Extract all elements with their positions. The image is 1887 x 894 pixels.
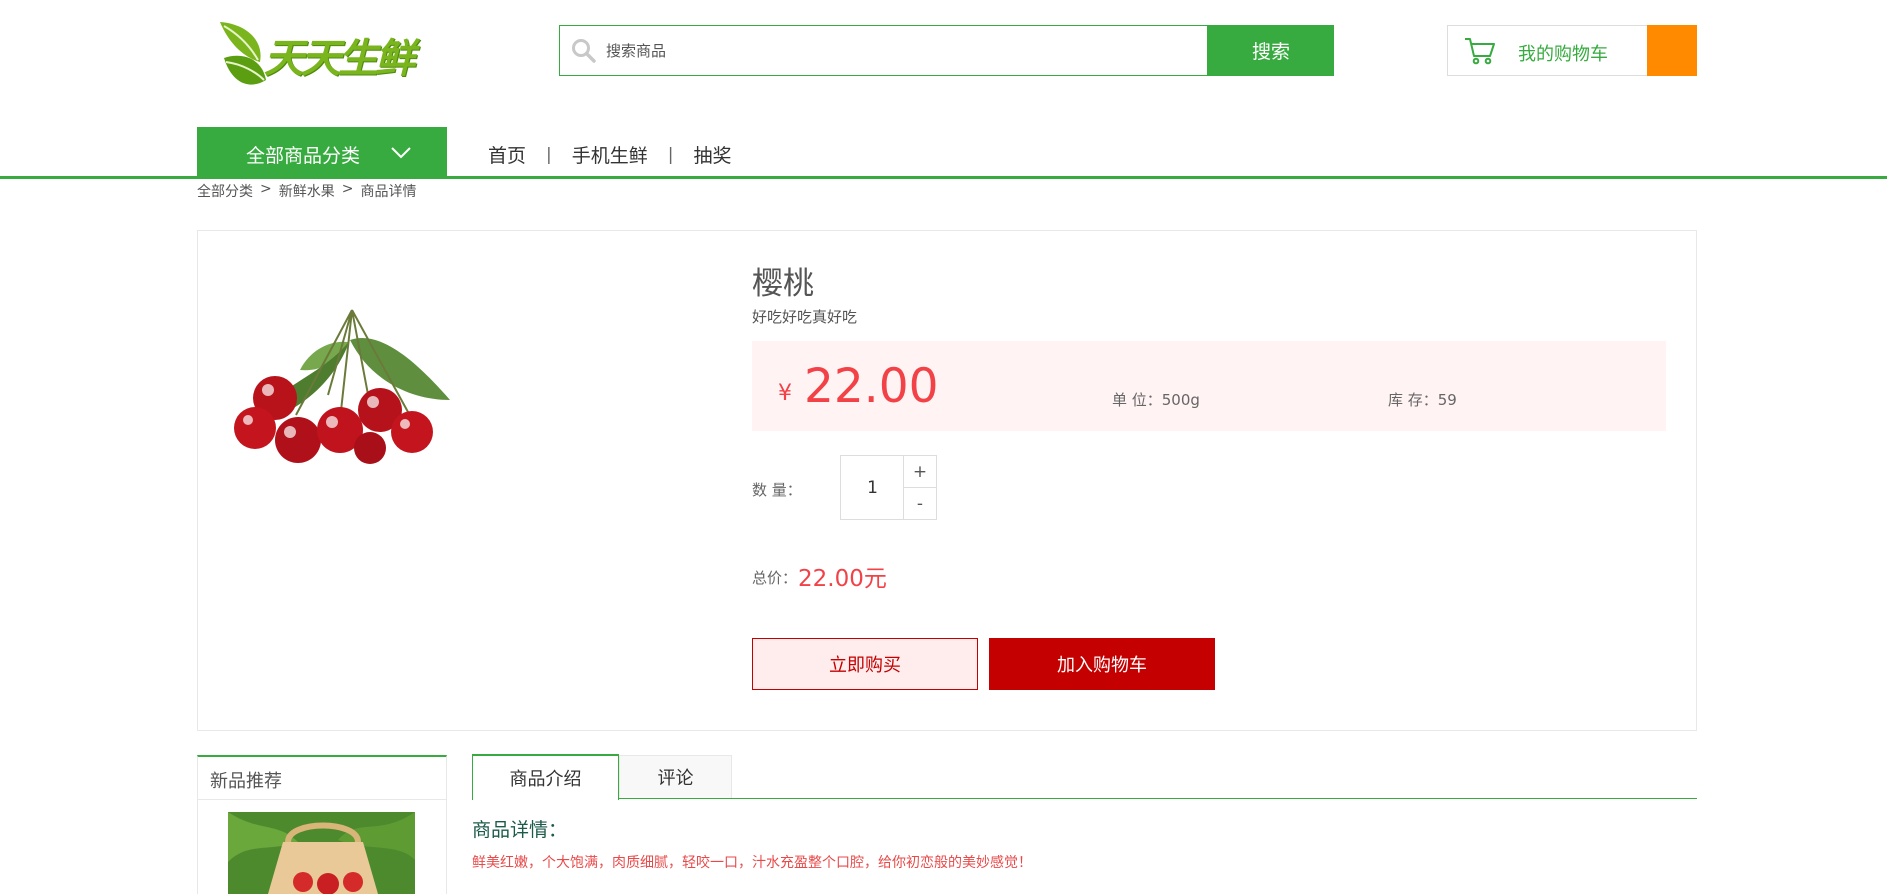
breadcrumb-fresh-fruit[interactable]: 新鲜水果 [279, 181, 335, 201]
total-price-value: 22.00元 [798, 566, 887, 592]
search-button[interactable]: 搜索 [1208, 25, 1334, 76]
search-input[interactable] [606, 26, 1201, 75]
currency-symbol: ¥ [778, 381, 792, 406]
product-stock: 库 存：59 [1388, 391, 1457, 409]
all-categories-button[interactable]: 全部商品分类 [197, 127, 447, 179]
main-nav: 首页 | 手机生鲜 | 抽奖 [488, 141, 732, 168]
tab-product-intro[interactable]: 商品介绍 [472, 754, 619, 800]
total-price-label: 总价： [752, 569, 798, 587]
product-name: 樱桃 [752, 266, 814, 302]
chevron-down-icon [391, 147, 411, 159]
cart-icon [1465, 38, 1495, 65]
add-to-cart-button[interactable]: 加入购物车 [989, 638, 1215, 690]
breadcrumb: 全部分类 > 新鲜水果 > 商品详情 [197, 181, 416, 201]
breadcrumb-all-categories[interactable]: 全部分类 [197, 181, 253, 201]
logo-text: 天天生鲜 [264, 36, 415, 82]
tab-bar-divider [472, 798, 1697, 799]
cart-label: 我的购物车 [1518, 44, 1608, 65]
cart-count-badge[interactable] [1647, 25, 1697, 76]
search-icon [572, 39, 596, 63]
nav-separator: | [546, 144, 552, 165]
product-image [234, 309, 450, 464]
product-subtitle: 好吃好吃真好吃 [752, 308, 858, 326]
nav-link-mobile-fresh[interactable]: 手机生鲜 [572, 141, 648, 168]
product-detail-title: 商品详情： [472, 819, 568, 841]
nav-link-lottery[interactable]: 抽奖 [694, 141, 732, 168]
product-detail-text: 鲜美红嫩，个大饱满，肉质细腻，轻咬一口，汁水充盈整个口腔，给你初恋般的美妙感觉！ [472, 855, 1032, 871]
buy-now-button[interactable]: 立即购买 [752, 638, 978, 690]
quantity-increase-button[interactable]: + [903, 455, 937, 488]
product-price: 22.00 [804, 359, 939, 414]
new-products-title: 新品推荐 [210, 771, 282, 792]
breadcrumb-separator: > [341, 181, 354, 197]
quantity-label: 数 量： [752, 481, 802, 499]
nav-link-home[interactable]: 首页 [488, 141, 526, 168]
site-logo[interactable]: 天天生鲜 [216, 18, 415, 96]
breadcrumb-product-detail: 商品详情 [360, 184, 417, 200]
quantity-input[interactable]: 1 [840, 455, 904, 520]
product-unit: 单 位：500g [1112, 391, 1200, 409]
panel-divider [198, 799, 446, 800]
nav-divider [0, 176, 1887, 179]
all-categories-label: 全部商品分类 [246, 145, 361, 167]
breadcrumb-separator: > [260, 181, 272, 197]
nav-separator: | [667, 144, 674, 165]
my-cart-button[interactable]: 我的购物车 [1447, 25, 1648, 76]
tab-reviews[interactable]: 评论 [619, 755, 732, 798]
search-box [559, 25, 1208, 76]
new-product-image[interactable] [228, 812, 415, 894]
quantity-decrease-button[interactable]: - [903, 487, 937, 520]
